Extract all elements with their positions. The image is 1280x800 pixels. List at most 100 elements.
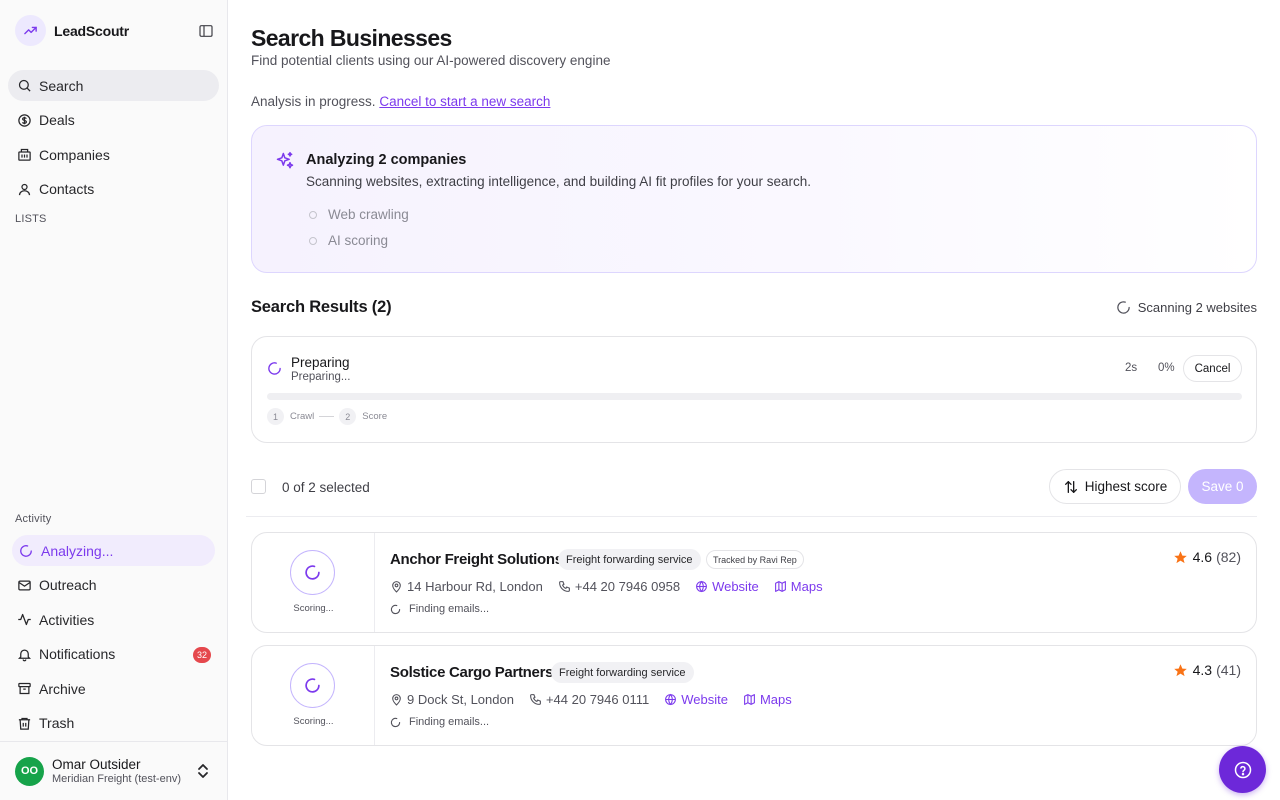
score-ring xyxy=(290,550,335,595)
mail-icon xyxy=(16,577,32,593)
user-menu[interactable]: OO Omar Outsider Meridian Freight (test-… xyxy=(0,741,227,800)
cancel-button[interactable]: Cancel xyxy=(1183,355,1242,382)
nav-label: Notifications xyxy=(39,646,116,662)
divider xyxy=(246,516,1257,517)
cancel-search-link[interactable]: Cancel to start a new search xyxy=(379,94,550,109)
brand[interactable]: LeadScoutr xyxy=(15,15,129,46)
nav-label: Archive xyxy=(39,680,86,697)
company-meta: 14 Harbour Rd, London +44 20 7946 0958 W… xyxy=(390,579,838,594)
nav-item-analyzing[interactable]: Analyzing... xyxy=(12,535,215,566)
help-circle-icon xyxy=(1234,761,1251,778)
nav-item-contacts[interactable]: Contacts xyxy=(8,174,219,205)
app-name: LeadScoutr xyxy=(54,22,130,39)
rating: 4.3 (41) xyxy=(1173,662,1241,678)
website-link[interactable]: Website xyxy=(695,579,759,594)
maps-link[interactable]: Maps xyxy=(743,692,792,707)
company-name[interactable]: Solstice Cargo Partners xyxy=(390,664,553,681)
phone-text: +44 20 7946 0111 xyxy=(545,692,650,707)
main-nav: Search Deals Companies Contacts xyxy=(8,70,219,208)
select-all-checkbox[interactable] xyxy=(251,479,266,494)
nav-item-activities[interactable]: Activities xyxy=(8,604,219,635)
nav-item-notifications[interactable]: Notifications 32 xyxy=(8,639,219,670)
activity-icon xyxy=(16,612,32,628)
star-icon xyxy=(1173,663,1188,678)
nav-item-companies[interactable]: Companies xyxy=(8,139,219,170)
step-label: AI scoring xyxy=(328,233,389,248)
sort-arrows-icon xyxy=(1063,479,1079,495)
phase-number: 1 xyxy=(267,408,284,425)
scan-status: Scanning 2 websites xyxy=(1116,300,1257,315)
nav-item-archive[interactable]: Archive xyxy=(8,673,219,704)
avatar: OO xyxy=(15,756,44,786)
website-text: Website xyxy=(712,579,759,594)
nav-label: Trash xyxy=(39,715,75,731)
rating: 4.6 (82) xyxy=(1173,549,1241,565)
address: 14 Harbour Rd, London xyxy=(390,579,543,594)
address-text: 14 Harbour Rd, London xyxy=(407,579,543,594)
phone[interactable]: +44 20 7946 0958 xyxy=(558,579,680,594)
nav-item-deals[interactable]: Deals xyxy=(8,105,219,136)
building-icon xyxy=(16,147,32,163)
nav-label: Search xyxy=(39,77,84,94)
trash-icon xyxy=(16,715,32,731)
progress-subtitle: Preparing... xyxy=(291,371,351,383)
nav-label: Companies xyxy=(39,146,110,163)
nav-item-outreach[interactable]: Outreach xyxy=(8,570,219,601)
maps-text: Maps xyxy=(759,692,792,707)
user-name: Omar Outsider xyxy=(52,757,141,772)
analysis-progress-note: Analysis in progress. Cancel to start a … xyxy=(251,94,550,109)
address: 9 Dock St, London xyxy=(390,692,514,707)
phone-icon xyxy=(529,693,542,706)
star-icon xyxy=(1173,550,1188,565)
company-card[interactable]: Scoring... Solstice Cargo Partners Freig… xyxy=(251,645,1257,746)
map-pin-icon xyxy=(390,693,403,706)
sort-label: Highest score xyxy=(1084,479,1168,494)
notification-count-badge: 32 xyxy=(193,646,211,663)
nav-label: Activities xyxy=(39,611,95,628)
analysis-title: Analyzing 2 companies xyxy=(306,152,467,168)
rating-value: 4.6 xyxy=(1192,549,1213,565)
elapsed-time: 2s xyxy=(1125,362,1138,374)
analysis-step: AI scoring xyxy=(309,233,388,248)
company-meta: 9 Dock St, London +44 20 7946 0111 Websi… xyxy=(390,692,807,707)
phone-icon xyxy=(558,580,571,593)
help-button[interactable] xyxy=(1219,746,1266,793)
spinner-icon xyxy=(305,678,320,693)
chevron-up-down-icon[interactable] xyxy=(197,763,209,779)
phase-stepper: 1 Crawl 2 Score xyxy=(267,408,387,425)
step-label: Web crawling xyxy=(328,207,409,222)
phase-number: 2 xyxy=(339,408,357,425)
nav-item-trash[interactable]: Trash xyxy=(8,708,219,739)
maps-link[interactable]: Maps xyxy=(774,579,823,594)
company-card[interactable]: Scoring... Anchor Freight Solutions Frei… xyxy=(251,532,1257,633)
score-column: Scoring... xyxy=(252,533,375,632)
analysis-step: Web crawling xyxy=(309,207,409,222)
spinner-icon xyxy=(305,565,320,580)
website-link[interactable]: Website xyxy=(664,692,728,707)
results-toolbar: 0 of 2 selected Highest score Save 0 xyxy=(251,469,1257,505)
page-title: Search Businesses xyxy=(251,25,452,51)
email-status: Finding emails... xyxy=(390,603,489,615)
globe-icon xyxy=(664,693,677,706)
activity-heading: Activity xyxy=(15,513,52,525)
company-name[interactable]: Anchor Freight Solutions xyxy=(390,551,563,568)
page-subtitle: Find potential clients using our AI-powe… xyxy=(251,53,611,68)
lists-heading: LISTS xyxy=(15,213,47,225)
nav-item-search[interactable]: Search xyxy=(8,70,219,101)
globe-icon xyxy=(695,580,708,593)
phase-connector xyxy=(319,416,335,417)
sort-button[interactable]: Highest score xyxy=(1049,469,1181,504)
selection-count: 0 of 2 selected xyxy=(282,480,370,495)
sidebar-toggle-icon[interactable] xyxy=(197,22,215,40)
nav-label: Analyzing... xyxy=(41,542,114,559)
scan-status-text: Scanning 2 websites xyxy=(1137,300,1257,315)
save-button[interactable]: Save 0 xyxy=(1188,469,1257,504)
progress-card: Preparing Preparing... 2s 0% Cancel 1 Cr… xyxy=(251,336,1257,443)
map-icon xyxy=(774,580,787,593)
phase-label: Crawl xyxy=(290,411,315,422)
spinner-icon xyxy=(390,604,401,615)
progress-bar xyxy=(267,393,1242,400)
results-title: Search Results (2) xyxy=(251,298,392,316)
review-count: (41) xyxy=(1216,662,1241,678)
phone[interactable]: +44 20 7946 0111 xyxy=(529,692,649,707)
